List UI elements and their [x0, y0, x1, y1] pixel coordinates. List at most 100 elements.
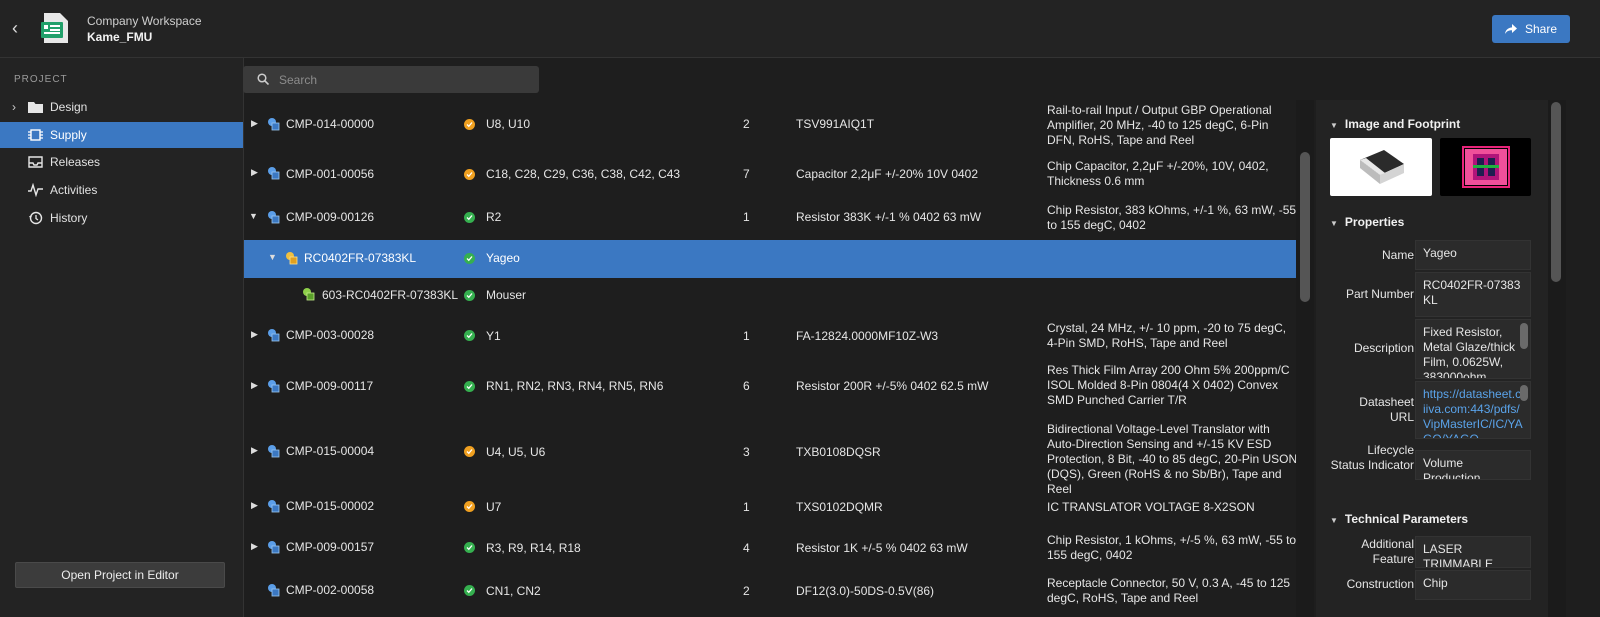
project-name: Kame_FMU: [87, 30, 153, 44]
component-icon: [268, 541, 280, 554]
section-title: Technical Parameters: [1344, 512, 1469, 526]
part-description: Rail-to-rail Input / Output GBP Operatio…: [1047, 103, 1272, 147]
expand-arrow-icon[interactable]: ▶: [251, 380, 258, 391]
sidebar-title: PROJECT: [14, 74, 68, 85]
property-label: Name: [1381, 248, 1414, 262]
sidebar-item-releases[interactable]: Releases: [0, 149, 243, 175]
sidebar-item-design[interactable]: › Design: [0, 94, 243, 120]
part-description: Chip Resistor, 1 kOhms, +/-5 %, 63 mW, -…: [1047, 533, 1296, 562]
table-row[interactable]: ▶ CMP-009-00157 R3, R9, R14, R18 4 Resis…: [244, 524, 1296, 570]
textarea-scrollbar[interactable]: [1520, 385, 1528, 401]
quantity: 3: [743, 445, 750, 459]
manufacturer: Yageo: [486, 251, 520, 265]
pulse-icon: [28, 183, 43, 197]
sidebar-item-history[interactable]: History: [0, 205, 243, 231]
property-value-lifecycle[interactable]: Volume Production: [1415, 450, 1531, 480]
tech-value-additional-feature[interactable]: LASER TRIMMABLE: [1415, 536, 1531, 568]
warning-status-icon: [464, 446, 475, 457]
property-label: Construction: [1346, 577, 1414, 591]
chevron-right-icon[interactable]: ›: [12, 100, 16, 114]
datasheet-link[interactable]: https://datasheet.ciiva.com:443/pdfs/Vip…: [1423, 387, 1523, 438]
component-icon: [268, 329, 280, 342]
workspace-label: Company Workspace: [87, 14, 202, 28]
table-row[interactable]: ▶ CMP-015-00002 U7 1 TXS0102DQMR IC TRAN…: [244, 488, 1296, 524]
quantity: 7: [743, 167, 750, 181]
back-icon[interactable]: ‹: [12, 18, 28, 38]
quantity: 2: [743, 117, 750, 131]
table-row[interactable]: ▶ CMP-003-00028 Y1 1 FA-12824.0000MF10Z-…: [244, 312, 1296, 358]
expand-arrow-icon[interactable]: ▶: [251, 118, 258, 129]
supplier-part-number: 603-RC0402FR-07383KL: [322, 288, 459, 302]
search-input[interactable]: [279, 70, 529, 89]
part-description: Res Thick Film Array 200 Ohm 5% 200ppm/C…: [1047, 363, 1290, 407]
technical-parameters-section-toggle[interactable]: ▼ Technical Parameters: [1330, 512, 1468, 526]
property-value-datasheet-url[interactable]: https://datasheet.ciiva.com:443/pdfs/Vip…: [1415, 381, 1531, 439]
property-label: Lifecycle Status Indicator: [1330, 443, 1414, 472]
image-footprint-section-toggle[interactable]: ▼ Image and Footprint: [1330, 117, 1460, 131]
textarea-scrollbar[interactable]: [1520, 323, 1528, 349]
table-row[interactable]: ▼ CMP-009-00126 R2 1 Resistor 383K +/-1 …: [244, 196, 1296, 240]
table-row[interactable]: 603-RC0402FR-07383KL Mouser: [244, 278, 1296, 312]
designators: U8, U10: [486, 117, 531, 131]
properties-section-toggle[interactable]: ▼ Properties: [1330, 215, 1404, 229]
sidebar-item-label: Activities: [50, 183, 98, 197]
chip-icon: [28, 129, 43, 141]
share-icon: [1504, 23, 1517, 34]
collapse-arrow-icon[interactable]: ▼: [249, 211, 258, 221]
search-box[interactable]: [243, 66, 539, 93]
component-icon: [268, 118, 280, 131]
component-icon: [268, 445, 280, 458]
designators: Y1: [486, 329, 501, 343]
expand-arrow-icon[interactable]: ▶: [251, 167, 258, 178]
designators: CN1, CN2: [486, 584, 541, 598]
share-button[interactable]: Share: [1492, 15, 1570, 43]
property-value-name[interactable]: Yageo: [1415, 240, 1531, 270]
property-label: Description: [1353, 341, 1414, 355]
table-row-selected[interactable]: ▼ RC0402FR-07383KL Yageo: [244, 240, 1296, 278]
panel-scrollbar-thumb[interactable]: [1551, 102, 1561, 282]
section-title: Image and Footprint: [1344, 117, 1461, 131]
ok-status-icon: [464, 212, 475, 223]
table-row[interactable]: ▶ CMP-014-00000 U8, U10 2 TSV991AIQ1T Ra…: [244, 100, 1296, 150]
table-row[interactable]: ▶ CMP-001-00056 C18, C28, C29, C36, C38,…: [244, 150, 1296, 196]
property-label: Additional Feature: [1361, 537, 1414, 566]
part-name: TXB0108DQSR: [796, 445, 881, 459]
property-value-part-number[interactable]: RC0402FR-07383KL: [1415, 272, 1531, 317]
component-image[interactable]: [1330, 138, 1432, 196]
expand-arrow-icon[interactable]: ▶: [251, 500, 258, 511]
open-project-button[interactable]: Open Project in Editor: [15, 562, 225, 588]
inbox-icon: [28, 156, 43, 168]
history-icon: [29, 211, 43, 225]
component-id: CMP-003-00028: [286, 328, 375, 342]
table-row[interactable]: CMP-002-00058 CN1, CN2 2 DF12(3.0)-50DS-…: [244, 570, 1296, 617]
expand-arrow-icon[interactable]: ▶: [251, 329, 258, 340]
component-id: CMP-002-00058: [286, 583, 375, 597]
sidebar-item-label: Design: [50, 100, 88, 114]
footprint-image[interactable]: [1440, 138, 1531, 196]
part-description: Crystal, 24 MHz, +/- 10 ppm, -20 to 75 d…: [1047, 321, 1287, 350]
section-title: Properties: [1344, 215, 1405, 229]
expand-arrow-icon[interactable]: ▶: [251, 445, 258, 456]
part-description: Receptacle Connector, 50 V, 0.3 A, -45 t…: [1047, 576, 1291, 605]
collapse-arrow-icon[interactable]: ▼: [268, 252, 277, 262]
table-scrollbar-thumb[interactable]: [1300, 152, 1310, 302]
expand-arrow-icon[interactable]: ▶: [251, 541, 258, 552]
ok-status-icon: [464, 542, 475, 553]
table-row[interactable]: ▶ CMP-015-00004 U4, U5, U6 3 TXB0108DQSR…: [244, 416, 1296, 496]
sidebar-item-activities[interactable]: Activities: [0, 177, 243, 203]
table-row[interactable]: ▶ CMP-009-00117 RN1, RN2, RN3, RN4, RN5,…: [244, 358, 1296, 416]
part-description: IC TRANSLATOR VOLTAGE 8-X2SON: [1047, 500, 1255, 514]
tech-value-construction[interactable]: Chip: [1415, 570, 1531, 600]
property-value-description[interactable]: Fixed Resistor, Metal Glaze/thick Film, …: [1415, 319, 1531, 379]
sidebar-item-supply[interactable]: Supply: [0, 122, 243, 148]
sidebar-item-label: Supply: [50, 128, 87, 142]
designators: C18, C28, C29, C36, C38, C42, C43: [486, 167, 681, 181]
quantity: 1: [743, 329, 750, 343]
component-icon: [268, 380, 280, 393]
quantity: 1: [743, 500, 750, 514]
sidebar: PROJECT › Design Supply Releases Activit…: [0, 58, 244, 617]
component-id: CMP-001-00056: [286, 167, 375, 181]
quantity: 2: [743, 584, 750, 598]
component-icon: [268, 167, 280, 180]
ok-status-icon: [464, 330, 475, 341]
